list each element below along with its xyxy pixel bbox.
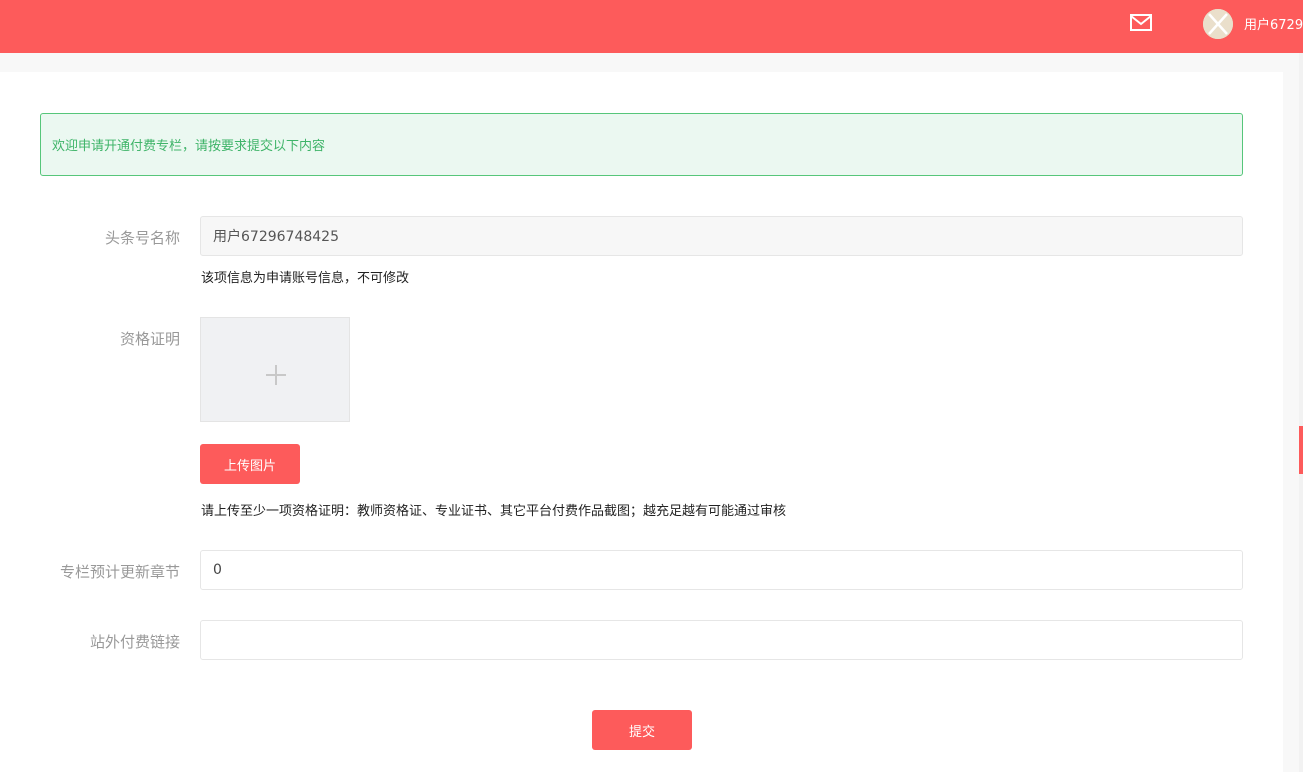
upload-image-button[interactable]: 上传图片: [200, 444, 300, 484]
qualification-hint: 请上传至少一项资格证明：教师资格证、专业证书、其它平台付费作品截图；越充足越有可…: [201, 504, 787, 519]
avatar-icon: [1203, 9, 1233, 39]
image-upload-area[interactable]: [200, 317, 350, 422]
scrollbar-track[interactable]: [1299, 53, 1303, 772]
application-form-panel: 欢迎申请开通付费专栏，请按要求提交以下内容 头条号名称 该项信息为申请账号信息，…: [0, 72, 1283, 772]
qualification-label: 资格证明: [119, 330, 180, 348]
account-name-hint: 该项信息为申请账号信息，不可修改: [201, 271, 410, 286]
top-bar: 用户6729: [0, 0, 1303, 53]
username[interactable]: 用户6729: [1244, 14, 1303, 33]
submit-button[interactable]: 提交: [592, 710, 692, 750]
welcome-notice: 欢迎申请开通付费专栏，请按要求提交以下内容: [40, 113, 1243, 176]
account-name-input[interactable]: [200, 216, 1243, 256]
plus-icon: [266, 365, 286, 385]
scrollbar-thumb[interactable]: [1299, 426, 1303, 474]
external-link-label: 站外付费链接: [89, 633, 180, 651]
chapters-label: 专栏预计更新章节: [59, 563, 180, 581]
notice-text: 欢迎申请开通付费专栏，请按要求提交以下内容: [52, 139, 326, 154]
mail-icon[interactable]: [1129, 12, 1153, 34]
external-link-input[interactable]: [200, 620, 1243, 660]
avatar[interactable]: [1203, 9, 1233, 39]
account-name-label: 头条号名称: [104, 229, 180, 247]
chapters-input[interactable]: [200, 550, 1243, 590]
